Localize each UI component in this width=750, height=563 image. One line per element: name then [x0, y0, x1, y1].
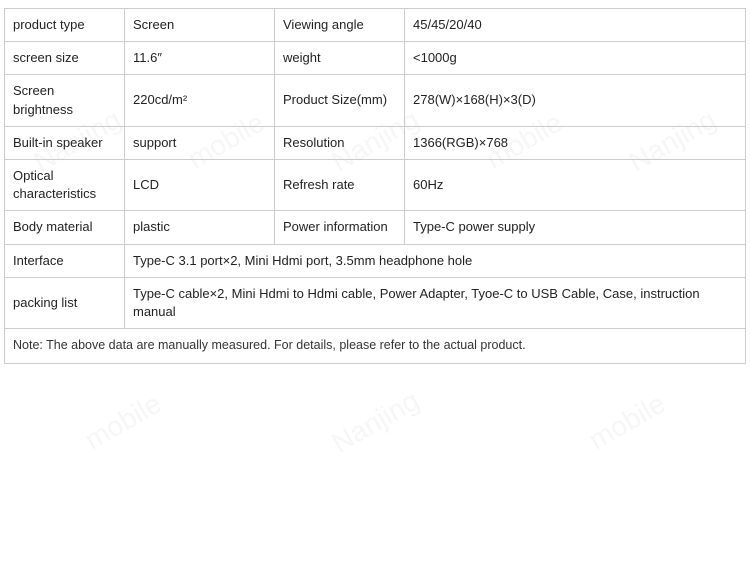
- label-viewing-angle: Viewing angle: [275, 9, 405, 42]
- value-product-size: 278(W)×168(H)×3(D): [405, 75, 746, 126]
- table-row: Body material plastic Power information …: [5, 211, 746, 244]
- value-weight: <1000g: [405, 42, 746, 75]
- value-product-type: Screen: [125, 9, 275, 42]
- value-built-in-speaker: support: [125, 126, 275, 159]
- label-product-type: product type: [5, 9, 125, 42]
- label-power-information: Power information: [275, 211, 405, 244]
- value-resolution: 1366(RGB)×768: [405, 126, 746, 159]
- table-row: screen size 11.6″ weight <1000g: [5, 42, 746, 75]
- value-optical-characteristics: LCD: [125, 159, 275, 210]
- label-product-size: Product Size(mm): [275, 75, 405, 126]
- value-viewing-angle: 45/45/20/40: [405, 9, 746, 42]
- value-packing-list: Type-C cable×2, Mini Hdmi to Hdmi cable,…: [125, 277, 746, 328]
- value-interface: Type-C 3.1 port×2, Mini Hdmi port, 3.5mm…: [125, 244, 746, 277]
- label-weight: weight: [275, 42, 405, 75]
- value-screen-size: 11.6″: [125, 42, 275, 75]
- value-power-information: Type-C power supply: [405, 211, 746, 244]
- label-resolution: Resolution: [275, 126, 405, 159]
- label-built-in-speaker: Built-in speaker: [5, 126, 125, 159]
- table-row-packing: packing list Type-C cable×2, Mini Hdmi t…: [5, 277, 746, 328]
- value-screen-brightness: 220cd/m²: [125, 75, 275, 126]
- label-optical-characteristics: Optical characteristics: [5, 159, 125, 210]
- table-row-note: Note: The above data are manually measur…: [5, 329, 746, 364]
- table-row: Built-in speaker support Resolution 1366…: [5, 126, 746, 159]
- table-row-interface: Interface Type-C 3.1 port×2, Mini Hdmi p…: [5, 244, 746, 277]
- table-row: Optical characteristics LCD Refresh rate…: [5, 159, 746, 210]
- note-text: Note: The above data are manually measur…: [5, 329, 746, 364]
- value-body-material: plastic: [125, 211, 275, 244]
- specs-table-container: product type Screen Viewing angle 45/45/…: [0, 0, 750, 372]
- table-row: product type Screen Viewing angle 45/45/…: [5, 9, 746, 42]
- specs-table: product type Screen Viewing angle 45/45/…: [4, 8, 746, 364]
- label-packing-list: packing list: [5, 277, 125, 328]
- label-body-material: Body material: [5, 211, 125, 244]
- label-interface: Interface: [5, 244, 125, 277]
- label-screen-size: screen size: [5, 42, 125, 75]
- table-row: Screen brightness 220cd/m² Product Size(…: [5, 75, 746, 126]
- label-refresh-rate: Refresh rate: [275, 159, 405, 210]
- label-screen-brightness: Screen brightness: [5, 75, 125, 126]
- value-refresh-rate: 60Hz: [405, 159, 746, 210]
